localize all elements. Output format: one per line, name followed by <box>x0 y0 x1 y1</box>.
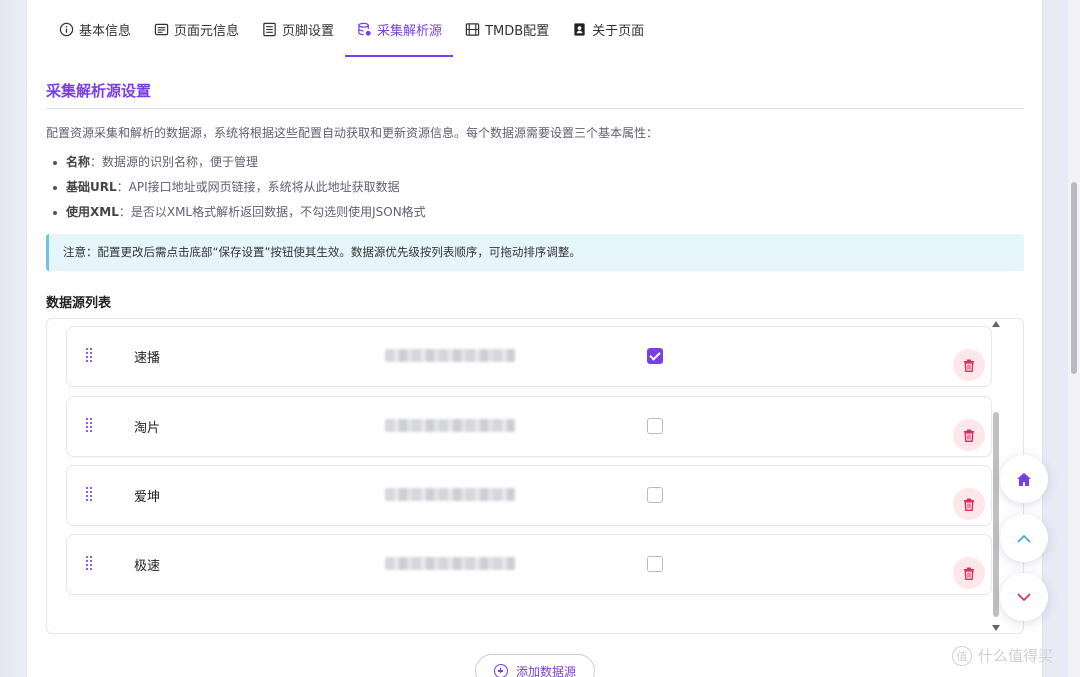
use-xml-checkbox[interactable] <box>647 348 663 364</box>
source-row: 速播 <box>66 326 992 387</box>
home-button[interactable] <box>1000 455 1048 503</box>
source-url-field[interactable] <box>385 557 515 570</box>
source-name[interactable]: 速播 <box>134 347 160 366</box>
use-xml-checkbox[interactable] <box>647 556 663 572</box>
plus-circle-icon <box>493 664 508 677</box>
bullet-term: 名称 <box>66 155 91 169</box>
tab-sources[interactable]: 采集解析源 <box>345 0 454 58</box>
bullet-dot <box>53 186 57 190</box>
bullet-text: ：是否以XML格式解析返回数据，不勾选则使用JSON格式 <box>118 205 426 219</box>
use-xml-checkbox[interactable] <box>647 418 663 434</box>
tab-tmdb[interactable]: TMDB配置 <box>453 0 560 58</box>
source-list: 速播 淘片 爱坤 极速 <box>46 318 1024 634</box>
list-scrollbar[interactable] <box>993 412 999 617</box>
tab-basic-info[interactable]: 基本信息 <box>47 0 142 58</box>
bullet-dot <box>53 161 57 165</box>
list-scroll-up-arrow[interactable] <box>992 321 1000 327</box>
notice-banner: 注意：配置更改后需点击底部“保存设置”按钮使其生效。数据源优先级按列表顺序，可拖… <box>46 234 1024 271</box>
bullet-dot <box>53 211 57 215</box>
drag-handle-icon[interactable] <box>86 418 92 432</box>
watermark-logo-icon: 值 <box>952 645 972 666</box>
trash-icon <box>964 498 974 511</box>
source-name[interactable]: 极速 <box>134 555 160 574</box>
section-title: 采集解析源设置 <box>46 82 152 100</box>
list-item: 使用XML：是否以XML格式解析返回数据，不勾选则使用JSON格式 <box>51 204 426 229</box>
attribute-list: 名称：数据源的识别名称，便于管理 基础URL：API接口地址或网页链接，系统将从… <box>51 154 426 229</box>
list-item: 基础URL：API接口地址或网页链接，系统将从此地址获取数据 <box>51 179 426 204</box>
page-background <box>0 0 26 677</box>
source-row: 淘片 <box>66 396 992 457</box>
scroll-top-button[interactable] <box>1000 514 1048 562</box>
tab-label: TMDB配置 <box>485 23 550 39</box>
chevron-up-icon <box>1017 534 1031 543</box>
drag-handle-icon[interactable] <box>86 348 92 362</box>
use-xml-checkbox[interactable] <box>647 487 663 503</box>
list-item: 名称：数据源的识别名称，便于管理 <box>51 154 426 179</box>
source-url-field[interactable] <box>385 419 515 432</box>
source-name[interactable]: 爱坤 <box>134 486 160 505</box>
drag-handle-icon[interactable] <box>86 487 92 501</box>
add-source-label: 添加数据源 <box>515 664 576 677</box>
list-scroll-down-arrow[interactable] <box>992 625 1000 631</box>
tab-about[interactable]: 关于页面 <box>560 0 655 58</box>
delete-button[interactable] <box>953 557 985 589</box>
delete-button[interactable] <box>953 419 985 451</box>
settings-card: 基本信息 页面元信息 页脚设置 采集解析源 TMDB配置 关于页面 采集解析源设… <box>26 0 1043 677</box>
source-name[interactable]: 淘片 <box>134 417 160 436</box>
tab-label: 页脚设置 <box>282 23 335 39</box>
source-row: 极速 <box>66 534 992 595</box>
film-icon <box>464 21 480 37</box>
tab-page-meta[interactable]: 页面元信息 <box>142 0 250 58</box>
source-row: 爱坤 <box>66 465 992 526</box>
watermark: 值 什么值得买 <box>952 645 1053 666</box>
tab-bar: 基本信息 页面元信息 页脚设置 采集解析源 TMDB配置 关于页面 <box>47 0 655 58</box>
tab-label: 基本信息 <box>79 23 132 39</box>
watermark-text: 什么值得买 <box>978 647 1054 665</box>
trash-icon <box>964 567 974 580</box>
source-url-field[interactable] <box>385 488 515 501</box>
bullet-text: ：数据源的识别名称，便于管理 <box>90 155 259 169</box>
tab-label: 关于页面 <box>592 23 645 39</box>
delete-button[interactable] <box>953 349 985 381</box>
tab-label: 页面元信息 <box>174 23 240 39</box>
tab-footer-settings[interactable]: 页脚设置 <box>250 0 345 58</box>
chevron-down-icon <box>1017 592 1031 601</box>
scroll-bottom-button[interactable] <box>1000 573 1048 621</box>
trash-icon <box>964 359 974 372</box>
add-source-button[interactable]: 添加数据源 <box>475 654 595 677</box>
meta-icon <box>153 21 169 37</box>
bullet-term: 使用XML <box>66 205 119 219</box>
portrait-icon <box>571 21 587 37</box>
tab-label: 采集解析源 <box>377 23 443 39</box>
page-scrollbar-thumb[interactable] <box>1071 182 1077 374</box>
database-icon <box>356 21 372 37</box>
trash-icon <box>964 429 974 442</box>
section-description: 配置资源采集和解析的数据源，系统将根据这些配置自动获取和更新资源信息。每个数据源… <box>46 126 659 140</box>
drag-handle-icon[interactable] <box>86 556 92 570</box>
source-url-field[interactable] <box>385 349 515 362</box>
bullet-text: ：API接口地址或网页链接，系统将从此地址获取数据 <box>116 180 400 194</box>
delete-button[interactable] <box>953 488 985 520</box>
info-icon <box>58 21 74 37</box>
home-icon <box>1017 472 1031 486</box>
divider <box>46 108 1024 109</box>
page-scrollbar[interactable] <box>1068 0 1080 677</box>
list-title: 数据源列表 <box>46 296 112 311</box>
bullet-term: 基础URL <box>66 180 117 194</box>
footer-icon <box>261 21 277 37</box>
